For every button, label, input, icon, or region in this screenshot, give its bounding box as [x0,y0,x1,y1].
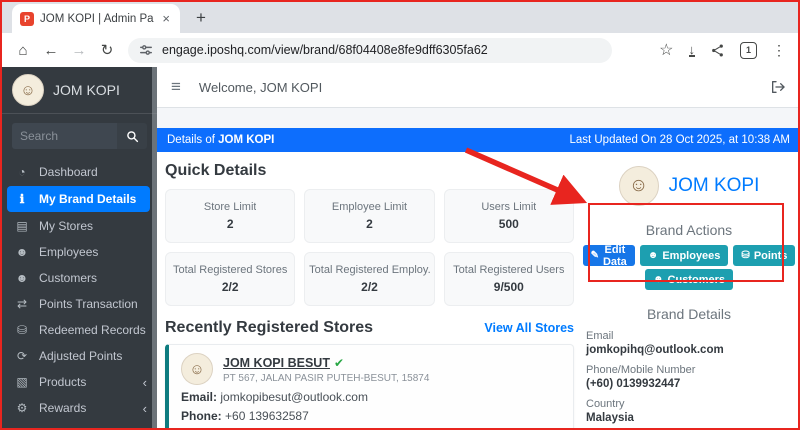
store-subtitle: PT 567, JALAN PASIR PUTEH-BESUT, 15874 [223,373,430,384]
last-updated-text: Last Updated On 28 Oct 2025, at 10:38 AM [569,134,790,146]
back-icon[interactable]: ← [38,42,64,59]
verified-check-icon: ✔ [333,356,345,370]
stat-card-total-users: Total Registered Users 9/500 [443,252,574,306]
chevron-left-icon: ‹ [142,374,147,390]
download-icon[interactable]: ↓ [688,43,695,57]
sidebar-item-points-transaction[interactable]: ⇄ Points Transaction [0,291,157,317]
users-icon: ☻ [653,274,664,285]
customers-icon: ☻ [15,271,29,285]
sidebar-item-rewards[interactable]: ⚙ Rewards ‹ [0,395,157,421]
site-settings-icon [140,45,152,55]
sidebar-item-dashboard[interactable]: ◔ Dashboard [0,159,157,185]
sidebar-scrollbar[interactable] [152,67,157,430]
sidebar-item-employees[interactable]: ☻ Employees [0,239,157,265]
chevron-left-icon: ‹ [142,400,147,416]
bookmark-star-icon[interactable]: ☆ [659,40,673,60]
points-button[interactable]: ⛁ Points [733,245,796,266]
details-banner: Details of JOM KOPI Last Updated On 28 O… [157,128,800,152]
logout-button[interactable] [770,79,786,95]
sidebar-item-blogs[interactable]: ✎ Blogs [0,421,157,430]
tab-count-box[interactable]: 1 [740,41,757,59]
dashboard-icon: ◔ [18,165,26,179]
browser-toolbar: ⌂ ← → ↻ engage.iposhq.com/view/brand/68f… [0,33,800,67]
sync-icon: ⟳ [16,349,28,363]
reload-icon[interactable]: ↻ [94,41,120,59]
customers-button[interactable]: ☻ Customers [645,269,733,290]
store-phone: Phone: +60 139632587 [181,409,309,423]
sidebar-brand-name: JOM KOPI [53,82,120,98]
quick-details-cards: Store Limit 2 Employee Limit 2 Users Lim… [165,189,574,306]
points-icon: ⛁ [741,250,750,261]
brand-logo-large: ☺ [618,166,659,206]
products-icon: ▧ [16,375,28,389]
new-tab-button[interactable]: + [196,9,206,26]
employees-icon: ☻ [15,245,29,259]
stat-card-users-limit: Users Limit 500 [443,189,574,243]
stat-card-total-stores: Total Registered Stores 2/2 [165,252,296,306]
info-icon: ℹ [19,192,25,206]
store-card[interactable]: ☺ JOM KOPI BESUT ✔ PT 567, JALAN PASIR PU… [165,344,574,430]
sidebar-item-products[interactable]: ▧ Products ‹ [0,369,157,395]
sidebar: ☺ JOM KOPI ◔ Dashboard ℹ My Brand Detail… [0,67,157,430]
store-email: Email: jomkopibesut@outlook.com [181,390,368,404]
sidebar-item-redeemed-records[interactable]: ⛁ Redeemed Records [0,317,157,343]
logout-icon [772,81,785,93]
brand-name: JOM KOPI [668,175,760,196]
header-gap [157,108,800,128]
transaction-icon: ⇄ [16,297,28,311]
brand-actions-title: Brand Actions [645,222,733,238]
sidebar-item-customers[interactable]: ☻ Customers [0,265,157,291]
brand-panel: ☺ JOM KOPI Brand Actions ✎ Edit Data ☻ E… [582,158,796,430]
sidebar-item-adjusted-points[interactable]: ⟳ Adjusted Points [0,343,157,369]
hamburger-icon[interactable]: ≡ [171,77,181,97]
rewards-icon: ⚙ [16,401,28,415]
recent-stores-title: Recently Registered Stores [165,319,374,336]
site-favicon: P [20,11,34,26]
stat-card-store-limit: Store Limit 2 [165,189,296,243]
quick-details-title: Quick Details [165,162,267,179]
edit-data-button[interactable]: ✎ Edit Data [582,244,635,268]
brand-logo: ☺ [12,74,44,106]
brand-email-field: Email jomkopihq@outlook.com [586,330,724,356]
store-name-link[interactable]: JOM KOPI BESUT [223,356,330,370]
stat-card-employee-limit: Employee Limit 2 [304,189,435,243]
welcome-text: Welcome, JOM KOPI [198,79,323,95]
share-icon[interactable] [710,43,725,58]
view-all-stores-link[interactable]: View All Stores [484,321,574,335]
sidebar-brand: ☺ JOM KOPI [0,67,157,114]
home-icon[interactable]: ⌂ [10,42,36,59]
tab-title: JOM KOPI | Admin Panel [40,12,154,25]
cart-icon: ⛁ [16,323,28,337]
search-icon [126,130,138,142]
top-header: ≡ Welcome, JOM KOPI [157,67,800,108]
pencil-icon: ✎ [590,250,599,261]
brand-country-field: Country Malaysia [586,398,634,424]
url-text: engage.iposhq.com/view/brand/68f04408e8f… [162,43,488,57]
sidebar-nav: ◔ Dashboard ℹ My Brand Details ▤ My Stor… [0,159,157,430]
browser-tab-strip: P JOM KOPI | Admin Panel × + [0,0,800,33]
user-plus-icon: ☻ [647,250,659,261]
tab-close-icon[interactable]: × [160,11,172,26]
brand-details-title: Brand Details [646,306,732,322]
store-logo: ☺ [181,353,213,385]
kebab-menu-icon[interactable]: ⋮ [772,42,786,59]
store-icon: ▤ [16,219,28,233]
sidebar-item-my-stores[interactable]: ▤ My Stores [0,213,157,239]
url-bar[interactable]: engage.iposhq.com/view/brand/68f04408e8f… [128,37,612,63]
forward-icon[interactable]: → [66,42,92,59]
search-button[interactable] [117,123,147,149]
search-input[interactable] [12,123,117,149]
brand-phone-field: Phone/Mobile Number (+60) 0139932447 [586,364,696,390]
stat-card-total-employees: Total Registered Employ... 2/2 [304,252,435,306]
banner-title: Details of JOM KOPI [167,134,275,146]
sidebar-item-my-brand-details[interactable]: ℹ My Brand Details [7,186,150,212]
browser-tab[interactable]: P JOM KOPI | Admin Panel × [12,4,180,33]
employees-button[interactable]: ☻ Employees [639,245,729,266]
